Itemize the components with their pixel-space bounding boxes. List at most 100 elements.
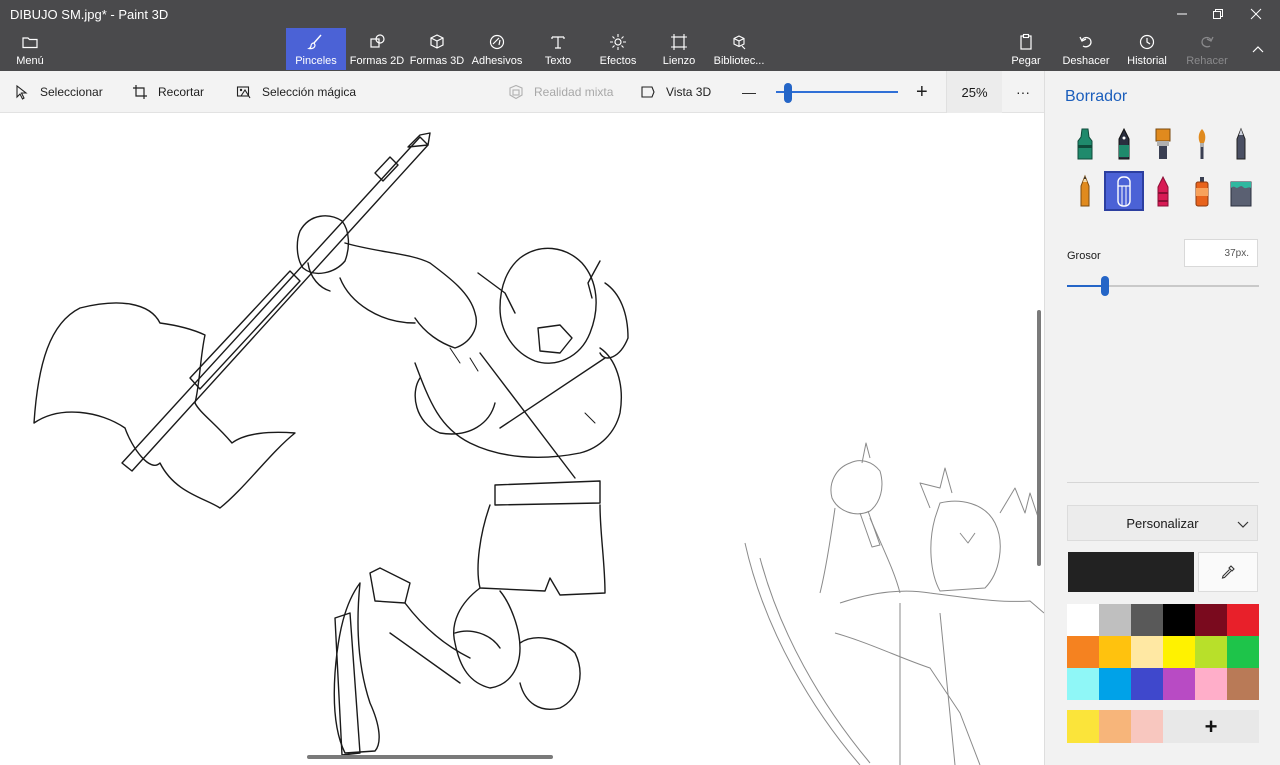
action-label: Pegar [1011,55,1041,67]
tab-biblioteca[interactable]: Bibliotec... [712,28,766,70]
more-options-button[interactable]: ··· [1016,71,1030,113]
customize-label: Personalizar [1126,515,1199,531]
palette-swatch[interactable] [1195,636,1227,668]
mixed-reality-button[interactable]: Realidad mixta [508,71,613,113]
panel-title: Borrador [1065,88,1128,105]
cube-icon [430,34,444,49]
canvas-icon [671,34,687,50]
undo-button[interactable]: Deshacer [1062,28,1110,70]
select-label: Seleccionar [40,85,103,99]
restore-button[interactable] [1200,0,1236,28]
tab-formas-3d[interactable]: Formas 3D [408,28,466,70]
crop-icon [133,85,147,99]
tab-formas-2d[interactable]: Formas 2D [348,28,406,70]
palette-swatch[interactable] [1163,668,1195,700]
palette-swatch[interactable] [1227,668,1259,700]
redo-button[interactable]: Rehacer [1184,28,1230,70]
tab-efectos[interactable]: Efectos [596,28,640,70]
panel-divider [1067,482,1259,483]
calligraphy-pen-button[interactable] [1106,126,1142,162]
recent-colors: + [1067,710,1259,743]
collapse-ribbon-button[interactable] [1240,36,1276,64]
palette-swatch[interactable] [1163,604,1195,636]
folder-icon [22,37,38,49]
marker-brush-button[interactable] [1067,126,1103,162]
tab-adhesivos[interactable]: Adhesivos [470,28,524,70]
cursor-icon [16,84,28,100]
palette-swatch[interactable] [1099,636,1131,668]
thickness-slider-thumb[interactable] [1101,276,1109,296]
title-and-ribbon-bar: DIBUJO SM.jpg* - Paint 3D Menú Pinceles … [0,0,1280,71]
tab-label: Texto [544,55,572,67]
minimize-button[interactable] [1164,0,1200,28]
drawing-canvas[interactable] [0,113,1044,765]
second-character-hand [830,460,883,515]
palette-swatch[interactable] [1067,668,1099,700]
shapes-2d-icon [370,34,385,48]
eyedropper-button[interactable] [1198,552,1258,592]
menu-label: Menú [16,55,44,67]
palette-swatch[interactable] [1099,668,1131,700]
tab-texto[interactable]: Texto [536,28,580,70]
horizontal-scrollbar[interactable] [307,755,553,759]
window-title: DIBUJO SM.jpg* - Paint 3D [10,7,169,22]
palette-swatch[interactable] [1067,636,1099,668]
zoom-in-button[interactable]: + [916,71,928,113]
view-3d-button[interactable]: Vista 3D [640,71,711,113]
view-3d-icon [641,86,655,98]
add-color-button[interactable]: + [1163,710,1259,743]
eraser-icon [1117,176,1131,207]
zoom-out-button[interactable]: — [742,71,756,113]
pencil-button[interactable] [1067,173,1103,209]
palette-swatch[interactable] [1163,636,1195,668]
spray-can-button[interactable] [1184,173,1220,209]
oil-brush-button[interactable] [1145,126,1181,162]
zoom-slider-track[interactable] [776,91,898,93]
customize-dropdown[interactable]: Personalizar [1067,505,1258,541]
menu-button[interactable]: Menú [8,28,52,70]
magic-select-label: Selección mágica [262,85,357,99]
zoom-value-field[interactable]: 25% [946,71,1002,113]
zoom-slider-thumb[interactable] [784,83,792,103]
select-tool-button[interactable]: Seleccionar [14,71,103,113]
paste-button[interactable]: Pegar [1006,28,1046,70]
fill-bucket-button[interactable] [1223,173,1259,209]
paste-icon [1020,33,1032,50]
palette-swatch[interactable] [1227,604,1259,636]
recent-color-swatch[interactable] [1067,710,1099,743]
arm [344,242,477,349]
thickness-input[interactable]: 37px. [1184,239,1258,267]
pixel-pen-button[interactable] [1223,126,1259,162]
belt [494,480,601,506]
pixel-pen-icon [1236,127,1246,160]
palette-swatch[interactable] [1195,668,1227,700]
palette-swatch[interactable] [1131,636,1163,668]
thickness-value: 37px. [1224,247,1249,259]
tab-pinceles[interactable]: Pinceles [286,28,346,70]
watercolor-brush-button[interactable] [1184,126,1220,162]
magic-select-button[interactable]: Selección mágica [236,71,356,113]
palette-swatch[interactable] [1099,604,1131,636]
palette-swatch[interactable] [1067,604,1099,636]
current-color-swatch[interactable] [1068,552,1194,592]
eraser-button[interactable] [1104,171,1144,211]
chevron-down-icon [1237,521,1249,528]
recent-color-swatch[interactable] [1099,710,1131,743]
palette-swatch[interactable] [1195,604,1227,636]
palette-swatch[interactable] [1131,604,1163,636]
history-button[interactable]: Historial [1124,28,1170,70]
shorts [477,504,606,596]
crayon-button[interactable] [1145,173,1181,209]
vertical-scrollbar[interactable] [1037,310,1041,566]
palette-swatch[interactable] [1131,668,1163,700]
brush-icon [307,34,322,50]
tab-lienzo[interactable]: Lienzo [656,28,702,70]
palette-swatch[interactable] [1227,636,1259,668]
tab-label: Efectos [599,55,637,67]
close-button[interactable] [1238,0,1274,28]
mixed-reality-icon [509,84,523,100]
recent-color-swatch[interactable] [1131,710,1163,743]
crop-tool-button[interactable]: Recortar [132,71,204,113]
orc-head [499,247,597,364]
second-character-cape [839,590,1044,614]
